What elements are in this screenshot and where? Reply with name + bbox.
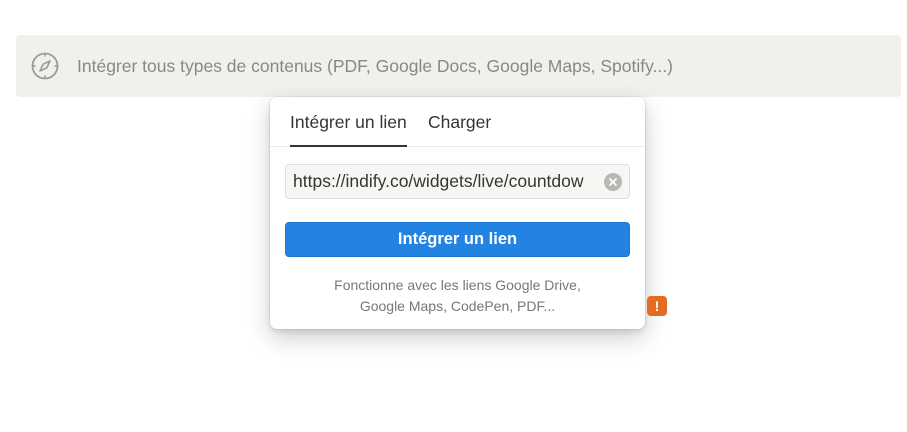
- popover-tabs: Intégrer un lien Charger: [270, 97, 645, 147]
- hint-text: Fonctionne avec les liens Google Drive, …: [285, 275, 630, 317]
- tab-embed-link[interactable]: Intégrer un lien: [290, 112, 407, 147]
- embed-popover: Intégrer un lien Charger Intégrer un lie…: [270, 97, 645, 329]
- warning-badge[interactable]: !: [647, 296, 667, 316]
- embed-block-placeholder[interactable]: Intégrer tous types de contenus (PDF, Go…: [16, 35, 901, 97]
- url-input[interactable]: [286, 165, 599, 198]
- hint-line: Google Maps, CodePen, PDF...: [359, 298, 556, 314]
- embed-placeholder-text: Intégrer tous types de contenus (PDF, Go…: [77, 56, 673, 76]
- embed-link-button[interactable]: Intégrer un lien: [285, 222, 630, 257]
- clear-circle-icon[interactable]: [604, 173, 622, 191]
- tab-upload[interactable]: Charger: [428, 112, 491, 145]
- hint-line: Fonctionne avec les liens Google Drive,: [334, 277, 581, 293]
- compass-icon: [30, 51, 60, 81]
- url-field: [285, 164, 630, 199]
